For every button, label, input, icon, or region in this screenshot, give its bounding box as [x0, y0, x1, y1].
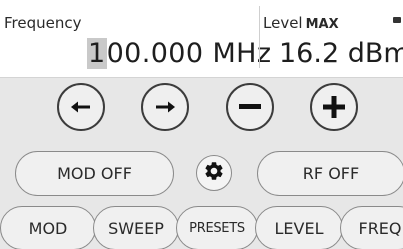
tab-sweep[interactable]: SWEEP: [93, 206, 179, 249]
frequency-cursor-digit[interactable]: 1: [87, 38, 107, 69]
mod-toggle-button[interactable]: MOD OFF: [15, 151, 174, 196]
level-label: Level: [263, 14, 303, 32]
arrow-left-button[interactable]: [57, 83, 105, 131]
plus-icon: [323, 96, 345, 118]
level-mode-badge: MAX: [305, 17, 339, 32]
readout-display: Frequency 100.000 MHz Level MAX 16.2 dBm: [0, 0, 403, 78]
tab-freq[interactable]: FREQ: [340, 206, 403, 249]
tab-mod[interactable]: MOD: [0, 206, 96, 249]
minus-icon: [239, 104, 261, 110]
frequency-label: Frequency: [4, 14, 82, 32]
display-divider: [259, 6, 260, 68]
arrow-left-icon: [70, 100, 92, 114]
tab-level[interactable]: LEVEL: [255, 206, 343, 249]
arrow-right-icon: [154, 100, 176, 114]
increment-button[interactable]: [310, 83, 358, 131]
level-value[interactable]: 16.2 dBm: [279, 38, 403, 69]
battery-icon: [393, 17, 401, 23]
frequency-value-text: 00.000 MHz: [106, 38, 272, 69]
decrement-button[interactable]: [226, 83, 274, 131]
tab-presets[interactable]: PRESETS: [176, 206, 258, 249]
rf-toggle-button[interactable]: RF OFF: [257, 151, 403, 196]
gear-icon: [203, 160, 225, 186]
signal-generator-screen: Frequency 100.000 MHz LevelMAX 16.2 dBm: [0, 0, 403, 249]
level-label-group: Level MAX: [263, 14, 339, 32]
arrow-right-button[interactable]: [141, 83, 189, 131]
frequency-value[interactable]: 100.000 MHz: [87, 38, 271, 69]
settings-button[interactable]: [196, 155, 232, 191]
